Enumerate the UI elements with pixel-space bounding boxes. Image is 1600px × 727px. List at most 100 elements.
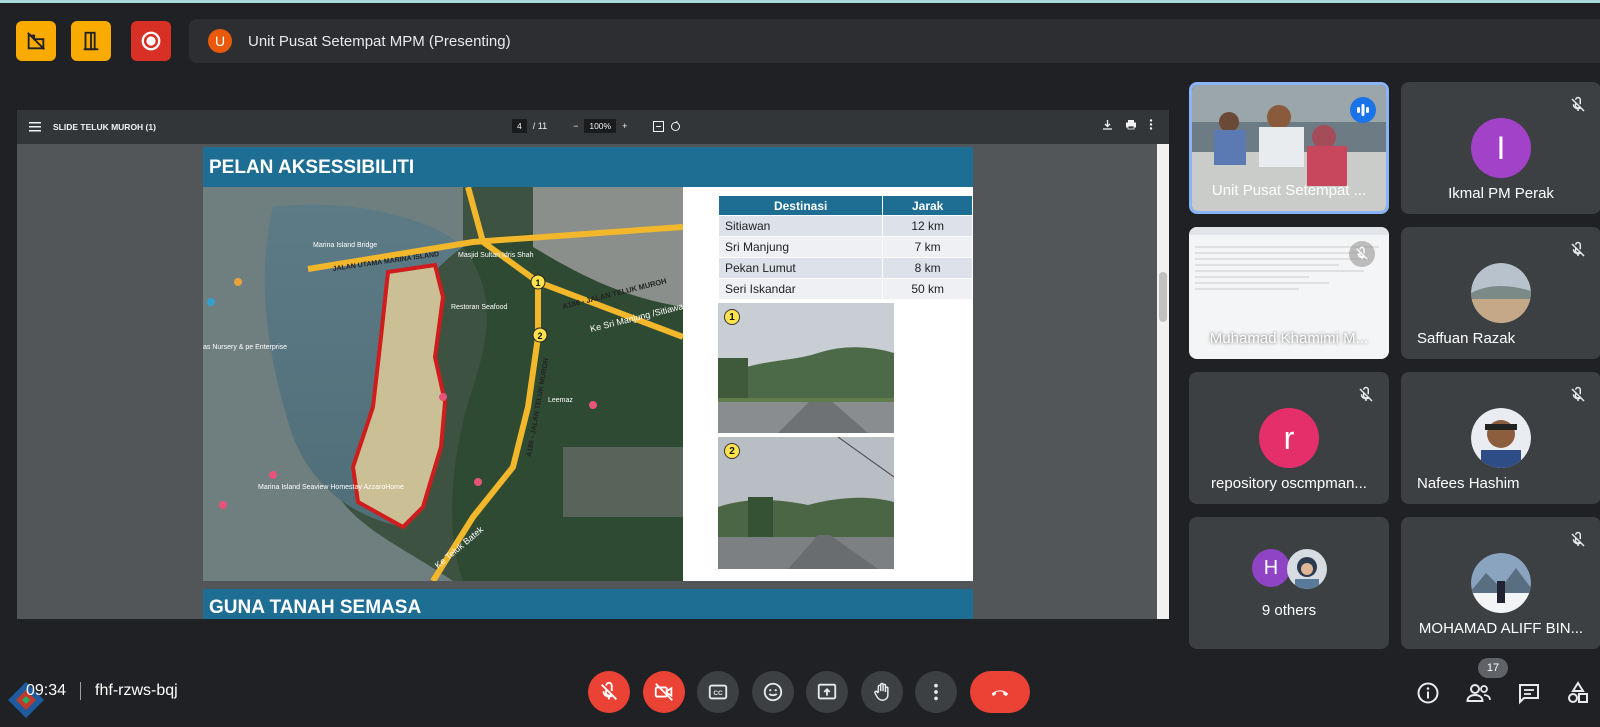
top-accent-line	[0, 0, 1600, 3]
presenting-banner: U Unit Pusat Setempat MPM (Presenting)	[189, 19, 1600, 63]
participant-avatar: r	[1259, 408, 1319, 468]
satellite-map: 1 2 JALAN UTAMA MARINA ISLAND A186 - JAL…	[203, 187, 683, 581]
mic-off-icon	[1349, 241, 1375, 267]
door-exit-button[interactable]	[71, 21, 111, 61]
participant-name: Muhamad Khamimi M...	[1209, 330, 1369, 347]
others-tile[interactable]: H 9 others	[1189, 517, 1389, 649]
cell-destination: Pekan Lumut	[717, 257, 884, 279]
info-icon	[1417, 682, 1439, 704]
more-options-button[interactable]	[915, 671, 957, 713]
others-photo	[1287, 549, 1327, 589]
scrollbar-thumb[interactable]	[1159, 272, 1167, 322]
page-controls: 4 / 11 − 100% +	[512, 119, 681, 133]
page-total: / 11	[532, 121, 548, 131]
slide-page: PELAN AKSESSIBILITI 1 2 JALAN UTAMA MARI…	[203, 147, 973, 581]
road-photo-1: 1	[718, 303, 894, 433]
svg-text:CC: CC	[713, 690, 723, 697]
label-marina-bridge: Marina Island Bridge	[313, 242, 377, 249]
chat-icon	[1519, 684, 1539, 705]
cell-destination: Sitiawan	[717, 215, 884, 237]
no-video-feed-icon[interactable]	[16, 21, 56, 61]
chat-button[interactable]	[1516, 680, 1542, 706]
mic-off-icon	[1571, 386, 1585, 402]
download-icon[interactable]	[1102, 119, 1113, 130]
participant-tile-screen[interactable]: Muhamad Khamimi M...	[1189, 227, 1389, 359]
mic-off-icon	[1571, 241, 1585, 257]
pdf-actions	[1102, 119, 1153, 130]
participant-count-badge: 17	[1478, 658, 1508, 678]
photo-number-1: 1	[724, 309, 740, 325]
next-slide-heading: GUNA TANAH SEMASA	[203, 589, 973, 619]
fit-page-icon[interactable]	[653, 120, 665, 132]
presenter-avatar: U	[208, 29, 232, 53]
participant-tile[interactable]: I Ikmal PM Perak	[1401, 82, 1600, 214]
page-input[interactable]: 4	[512, 119, 527, 133]
road-photo-2-image	[718, 437, 894, 569]
call-end-icon	[991, 690, 1009, 697]
leave-call-button[interactable]	[970, 671, 1030, 713]
participant-tile[interactable]: MOHAMAD ALIFF BIN...	[1401, 517, 1600, 649]
participant-name: MOHAMAD ALIFF BIN...	[1418, 620, 1584, 637]
pdf-viewer: SLIDE TELUK MUROH (1) 4 / 11 − 100% + PE…	[17, 110, 1169, 619]
raise-hand-button[interactable]	[861, 671, 903, 713]
more-vert-icon[interactable]	[1149, 119, 1153, 130]
menu-icon[interactable]	[29, 122, 41, 132]
recording-button[interactable]	[131, 21, 171, 61]
participant-tile[interactable]: Nafees Hashim	[1401, 372, 1600, 504]
emoji-icon	[763, 682, 783, 702]
participant-tile[interactable]: r repository oscmpman...	[1189, 372, 1389, 504]
table-row: Sitiawan 12 km	[717, 215, 973, 237]
speaking-indicator-icon	[1350, 97, 1376, 123]
meeting-details-button[interactable]	[1415, 680, 1441, 706]
record-icon	[141, 31, 161, 51]
rotate-icon[interactable]	[670, 120, 681, 132]
activities-button[interactable]	[1565, 680, 1591, 706]
others-avatar: H	[1252, 549, 1290, 587]
participant-tile[interactable]: Saffuan Razak	[1401, 227, 1600, 359]
print-icon[interactable]	[1125, 119, 1137, 130]
mic-off-icon	[1571, 96, 1585, 112]
pdf-scrollbar[interactable]	[1157, 144, 1169, 619]
mic-off-icon	[1571, 531, 1585, 547]
camera-toggle-button[interactable]	[643, 671, 685, 713]
participant-photo	[1471, 263, 1531, 323]
captions-button[interactable]: CC	[697, 671, 739, 713]
door-icon	[83, 31, 99, 51]
presenting-text: Unit Pusat Setempat MPM (Presenting)	[248, 32, 511, 50]
participant-tile-presenter[interactable]: Unit Pusat Setempat ...	[1189, 82, 1389, 214]
people-icon	[1466, 684, 1491, 702]
participant-photo	[1471, 553, 1531, 613]
participant-photo	[1471, 408, 1531, 468]
mic-toggle-button[interactable]	[588, 671, 630, 713]
distance-table: Destinasi Jarak Sitiawan 12 km Sri Manjun…	[717, 195, 973, 300]
meeting-time: 09:34	[26, 682, 67, 699]
divider	[80, 682, 82, 700]
participant-name: Ikmal PM Perak	[1448, 185, 1554, 202]
label-homestay: Marina Island Seaview Homestay AzzaroHom…	[258, 484, 404, 491]
photo-number-2: 2	[724, 443, 740, 459]
participant-avatar: I	[1471, 118, 1531, 178]
pdf-title: SLIDE TELUK MUROH (1)	[53, 122, 156, 132]
hand-icon	[874, 682, 889, 701]
cell-distance: 12 km	[882, 215, 973, 237]
participant-name: Saffuan Razak	[1417, 330, 1516, 347]
participant-name: Unit Pusat Setempat ...	[1211, 182, 1367, 199]
more-vert-icon	[934, 683, 938, 701]
emoji-reaction-button[interactable]	[752, 671, 794, 713]
building-off-icon	[27, 32, 45, 50]
zoom-input[interactable]: 100%	[584, 119, 617, 133]
cell-distance: 8 km	[882, 257, 973, 279]
present-screen-button[interactable]	[806, 671, 848, 713]
label-restoran: Restoran Seafood	[451, 304, 508, 311]
meeting-code: fhf-rzws-bqj	[95, 682, 178, 699]
participant-name: repository oscmpman...	[1211, 475, 1367, 492]
people-button[interactable]	[1466, 680, 1492, 706]
closed-captions-icon: CC	[708, 684, 728, 700]
table-header-destination: Destinasi	[717, 195, 884, 216]
zoom-out-icon[interactable]: −	[573, 121, 578, 131]
participant-name: Nafees Hashim	[1417, 475, 1520, 492]
cell-destination: Seri Iskandar	[717, 278, 884, 300]
mic-off-icon	[1359, 386, 1373, 402]
label-leemaz: Leemaz	[548, 397, 573, 404]
zoom-in-icon[interactable]: +	[622, 121, 627, 131]
